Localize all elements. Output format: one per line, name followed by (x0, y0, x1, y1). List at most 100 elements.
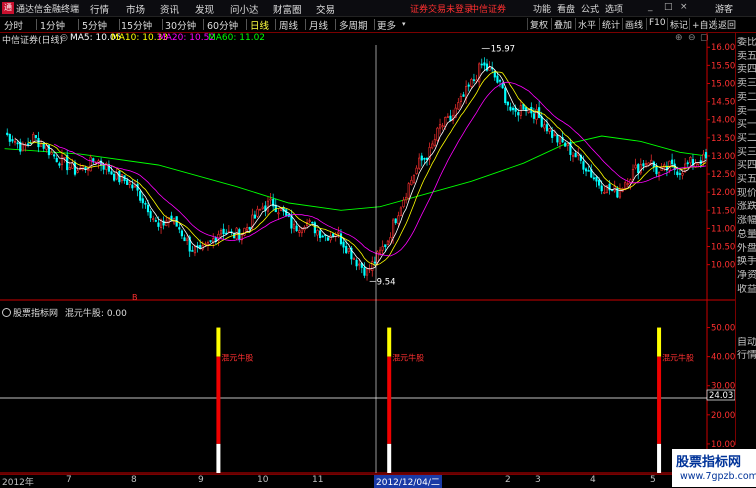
buy-signal-marker: B (132, 293, 138, 302)
low-label: 9.54 (377, 277, 396, 287)
price-tick-label: 13.50 (711, 134, 735, 144)
candle-body (332, 233, 335, 237)
candle-body (308, 220, 311, 222)
kline-chart[interactable]: 16.00 15.50 15.00 14.50 14.00 13.50 13.00 12.50… (0, 0, 735, 474)
sidebar-item[interactable]: 买二 (737, 133, 756, 144)
candle-body (73, 161, 77, 175)
candle-body (279, 208, 283, 212)
candle-body (642, 163, 645, 167)
sidebar-item[interactable]: 涨跌 (737, 201, 756, 212)
candle-body (337, 231, 340, 234)
candle-body (444, 117, 447, 128)
sidebar-item[interactable]: 收益 (737, 284, 756, 295)
time-tick-label: 7 (66, 475, 72, 485)
candle-body (532, 113, 535, 119)
candle-body (423, 158, 426, 160)
candle-body (446, 116, 449, 118)
candle-body (235, 227, 238, 240)
candle-body (68, 167, 71, 170)
candle-body (352, 258, 356, 260)
candle-body (256, 208, 259, 217)
sidebar-item[interactable]: 买三 (737, 147, 756, 158)
candle-body (146, 204, 150, 213)
price-tick-label: 11.00 (711, 224, 735, 234)
candle-body (564, 142, 567, 147)
candle-body (407, 183, 410, 199)
candle-body (511, 107, 515, 111)
candle-body (45, 145, 48, 150)
signal-label: 混元牛股 (662, 353, 694, 363)
candle-body (319, 230, 322, 239)
candle-body (55, 157, 58, 163)
candle-body (551, 130, 554, 138)
sidebar-item[interactable]: 现价 (737, 188, 756, 199)
candle-body (209, 240, 212, 242)
candle-body (165, 220, 168, 226)
candle-body (363, 267, 366, 276)
crosshair-value: 24.03 (709, 391, 733, 401)
candle-body (644, 163, 648, 166)
price-axis: 16.00 15.50 15.00 14.50 14.00 13.50 13.00 12.50… (707, 43, 735, 271)
candle-body (457, 102, 460, 110)
sidebar-item[interactable]: 买一 (737, 119, 756, 130)
indicator-circle-icon[interactable] (2, 308, 11, 317)
sidebar-item[interactable]: 换手 (737, 256, 756, 267)
candle-body (222, 228, 225, 235)
signal-bar-segment (657, 443, 662, 473)
candle-body (381, 246, 384, 251)
candle-body (449, 115, 452, 122)
candle-body (582, 161, 585, 170)
candle-body (462, 94, 465, 97)
candle-body (626, 183, 629, 185)
candle-body (34, 135, 37, 138)
indicator-tick-label: 40.00 (711, 353, 735, 363)
candle-body (386, 240, 389, 245)
sidebar-item[interactable]: 卖三 (737, 78, 756, 89)
sidebar-item[interactable]: 总量 (737, 229, 756, 240)
candle-body (371, 261, 374, 271)
candle-body (329, 235, 332, 241)
candle-body (300, 227, 303, 234)
candle-body (266, 200, 270, 212)
candle-body (345, 246, 348, 254)
sidebar-item[interactable]: 自动 (737, 337, 756, 348)
candle-body (316, 229, 319, 236)
sidebar-item[interactable]: 卖二 (737, 92, 756, 103)
candle-body (668, 160, 671, 171)
candle-body (212, 238, 215, 243)
candle-body (676, 171, 679, 176)
sidebar-item[interactable]: 卖一 (737, 106, 756, 117)
candle-body (60, 155, 64, 165)
sidebar-item[interactable]: 买五 (737, 174, 756, 185)
price-tick-label: 12.00 (711, 188, 735, 198)
candle-body (321, 235, 324, 238)
sidebar-item[interactable]: 买四 (737, 160, 756, 171)
sidebar-item[interactable]: 外盘 (737, 243, 756, 254)
candle-body (558, 135, 562, 145)
candle-body (431, 143, 434, 149)
sidebar-item[interactable]: 涨幅 (737, 215, 756, 226)
candle-body (120, 174, 124, 182)
sidebar-item[interactable]: 卖四 (737, 64, 756, 75)
candle-body (603, 192, 606, 194)
candle-body (637, 164, 640, 174)
ma5-line (14, 65, 707, 270)
candle-body (397, 215, 400, 225)
candle-body (206, 242, 210, 246)
candle-body (32, 133, 35, 142)
sidebar-item[interactable]: 卖五 (737, 51, 756, 62)
sidebar-item[interactable]: 行情 (737, 350, 756, 361)
candle-body (467, 84, 470, 87)
candle-body (76, 170, 79, 173)
sidebar-item[interactable]: 净资 (737, 270, 756, 281)
candle-body (246, 227, 249, 231)
candle-body (311, 221, 314, 224)
candle-body (600, 185, 603, 192)
candle-body (506, 101, 509, 106)
candle-body (545, 124, 549, 132)
candle-body (504, 87, 507, 104)
candle-body (269, 198, 272, 201)
sidebar-item[interactable]: 委比 (737, 37, 756, 48)
candle-body (415, 167, 418, 174)
signal-bar-segment (216, 443, 221, 473)
